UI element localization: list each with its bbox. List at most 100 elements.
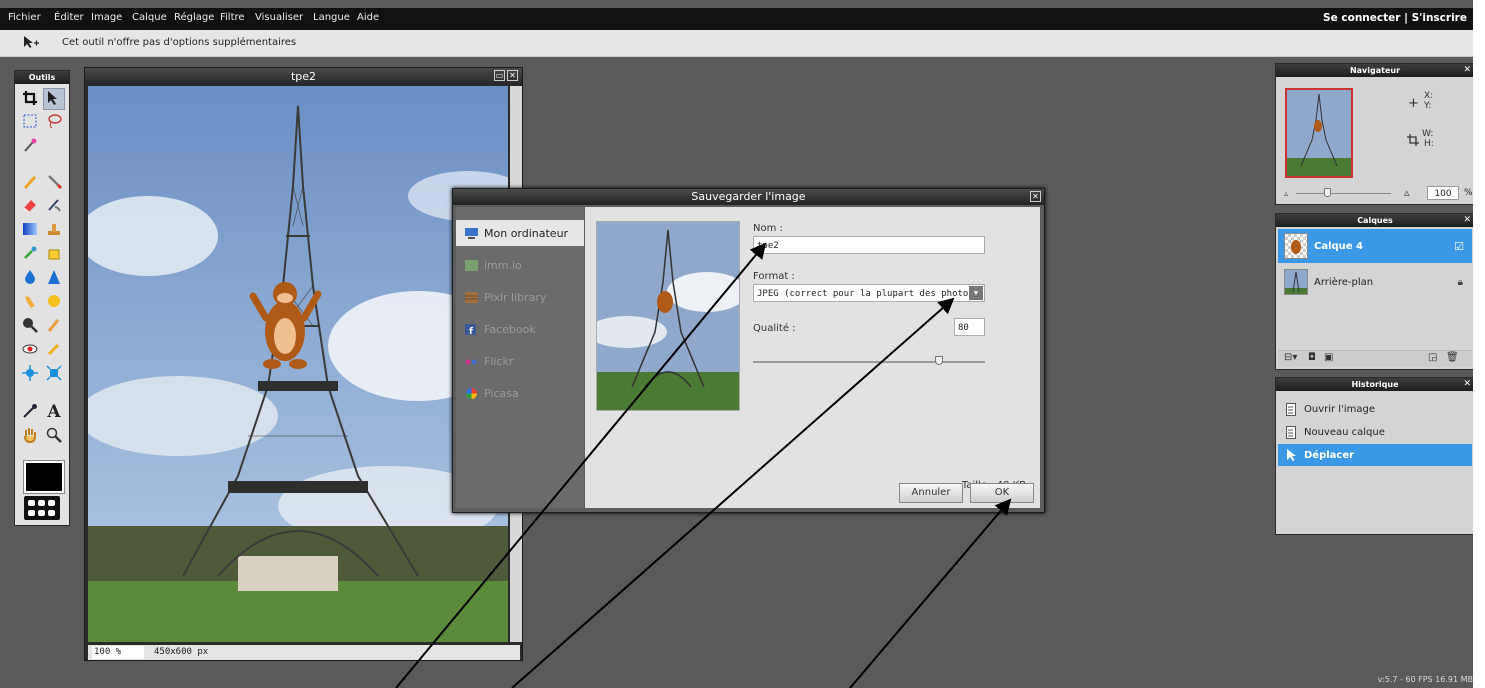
paint-bucket-tool[interactable] [43,243,65,265]
dialog-close-button[interactable]: ✕ [1030,191,1041,202]
maximize-button[interactable]: ▭ [494,70,505,81]
move-tool[interactable] [43,88,65,110]
marquee-tool[interactable] [19,111,41,133]
destination-imm-io[interactable]: imm.io [456,252,584,278]
history-title: Historique [1276,378,1473,391]
close-document-button[interactable]: ✕ [507,70,518,81]
ok-button[interactable]: OK [970,483,1034,503]
crop-tool[interactable] [19,88,41,110]
library-icon [465,291,478,303]
stamp-tool[interactable] [43,219,65,241]
zoom-tool[interactable] [43,425,65,447]
menu-reglage[interactable]: Réglage [174,12,214,23]
destination-label: imm.io [484,258,522,272]
new-layer-icon[interactable]: ◲ [1428,352,1437,363]
format-select[interactable]: JPEG (correct pour la plupart des photos… [753,284,985,302]
gradient-icon [22,221,38,240]
lock-icon: 🔒︎ [1457,276,1463,288]
magic-wand-icon [22,137,38,156]
brush-tool[interactable] [43,171,65,193]
trash-icon[interactable]: 🗑︎ [1446,352,1459,363]
destination-flickr[interactable]: Flickr [456,348,584,374]
destination-my-computer[interactable]: Mon ordinateur [456,220,584,246]
layer-visible-checkbox[interactable]: ☑ [1454,240,1464,253]
magic-wand-tool[interactable] [19,135,41,157]
lasso-tool[interactable] [43,111,65,133]
destination-label: Facebook [484,322,536,336]
quality-slider-track[interactable] [753,356,985,365]
login-signup-link[interactable]: Se connecter | S'inscrire [1323,12,1467,24]
save-image-dialog: Sauvegarder l'image ✕ Mon ordinateur imm… [452,188,1045,513]
pencil-icon [22,173,38,192]
replace-color-tool[interactable] [43,195,65,217]
red-eye-tool[interactable] [19,339,41,361]
file-name-input[interactable]: tpe2 [753,236,985,254]
layer-settings-icon[interactable]: ⊟▾ [1284,352,1297,363]
quality-input[interactable]: 80 [954,318,985,336]
color-picker-tool[interactable] [19,401,41,423]
type-tool[interactable]: A [43,401,65,423]
maximize-icon: ▭ [495,71,504,80]
pinch-icon [46,364,62,384]
close-icon[interactable]: ✕ [1463,378,1471,391]
sponge-icon [46,293,62,312]
menu-filtre[interactable]: Filtre [220,12,245,23]
menu-calque[interactable]: Calque [132,12,167,23]
destination-pixlr-library[interactable]: Pixlr library [456,284,584,310]
navigator-thumbnail[interactable] [1285,88,1353,178]
menu-editer[interactable]: Éditer [54,12,84,23]
layer-style-icon[interactable]: ▣ [1324,352,1333,363]
layer-mask-icon[interactable]: ◘ [1308,352,1316,363]
dodge-tool[interactable] [19,315,41,337]
menu-fichier[interactable]: Fichier [8,12,41,23]
smudge-icon [22,293,38,312]
destination-facebook[interactable]: f Facebook [456,316,584,342]
close-icon[interactable]: ✕ [1463,64,1471,77]
image-preview [596,221,740,411]
hand-tool[interactable] [19,425,41,447]
zoom-input[interactable]: 100 [1427,186,1459,200]
zoom-slider-handle[interactable] [1324,188,1331,197]
burn-tool[interactable] [43,315,65,337]
sponge-tool[interactable] [43,291,65,313]
close-icon[interactable]: ✕ [1463,214,1471,227]
menu-aide[interactable]: Aide [357,12,379,23]
history-panel: Historique ✕ Ouvrir l'image Nouveau calq… [1275,377,1473,535]
layer-name: Arrière-plan [1314,276,1374,288]
version-info: v:5.7 - 60 FPS 16.91 MB [1377,675,1473,684]
tool-grid-button[interactable] [24,496,60,520]
picasa-icon [465,387,478,399]
dialog-title: Sauvegarder l'image [453,189,1044,205]
foreground-color-swatch[interactable] [23,460,65,494]
menu-langue[interactable]: Langue [313,12,350,23]
history-item-move[interactable]: Déplacer [1278,444,1472,466]
sharpen-tool[interactable] [43,267,65,289]
spot-heal-tool[interactable] [43,339,65,361]
stamp-icon [46,221,62,240]
layer-item-arriere-plan[interactable]: Arrière-plan 🔒︎ [1278,265,1472,299]
menu-image[interactable]: Image [91,12,122,23]
zoom-slider-track[interactable] [1296,188,1391,197]
blur-tool[interactable] [19,267,41,289]
history-label: Ouvrir l'image [1304,403,1375,415]
history-item-open-image[interactable]: Ouvrir l'image [1278,398,1472,420]
image-canvas[interactable] [88,86,508,642]
color-replace-tool[interactable] [19,243,41,265]
menu-visualiser[interactable]: Visualiser [255,12,303,23]
eraser-tool[interactable] [19,195,41,217]
destination-picasa[interactable]: Picasa [456,380,584,406]
navigator-title: Navigateur [1276,64,1473,77]
history-item-new-layer[interactable]: Nouveau calque [1278,421,1472,443]
smudge-tool[interactable] [19,291,41,313]
layer-item-calque-4[interactable]: Calque 4 ☑ [1278,229,1472,263]
close-icon: ✕ [1032,192,1039,201]
layer-name: Calque 4 [1314,240,1364,252]
gradient-tool[interactable] [19,219,41,241]
zoom-level[interactable]: 100 % [92,646,144,659]
quality-slider-handle[interactable] [934,356,943,365]
bloat-tool[interactable] [19,363,41,385]
pinch-tool[interactable] [43,363,65,385]
cancel-button[interactable]: Annuler [899,483,963,503]
save-options-area: Nom : tpe2 Format : JPEG (correct pour l… [585,207,1040,508]
pencil-tool[interactable] [19,171,41,193]
